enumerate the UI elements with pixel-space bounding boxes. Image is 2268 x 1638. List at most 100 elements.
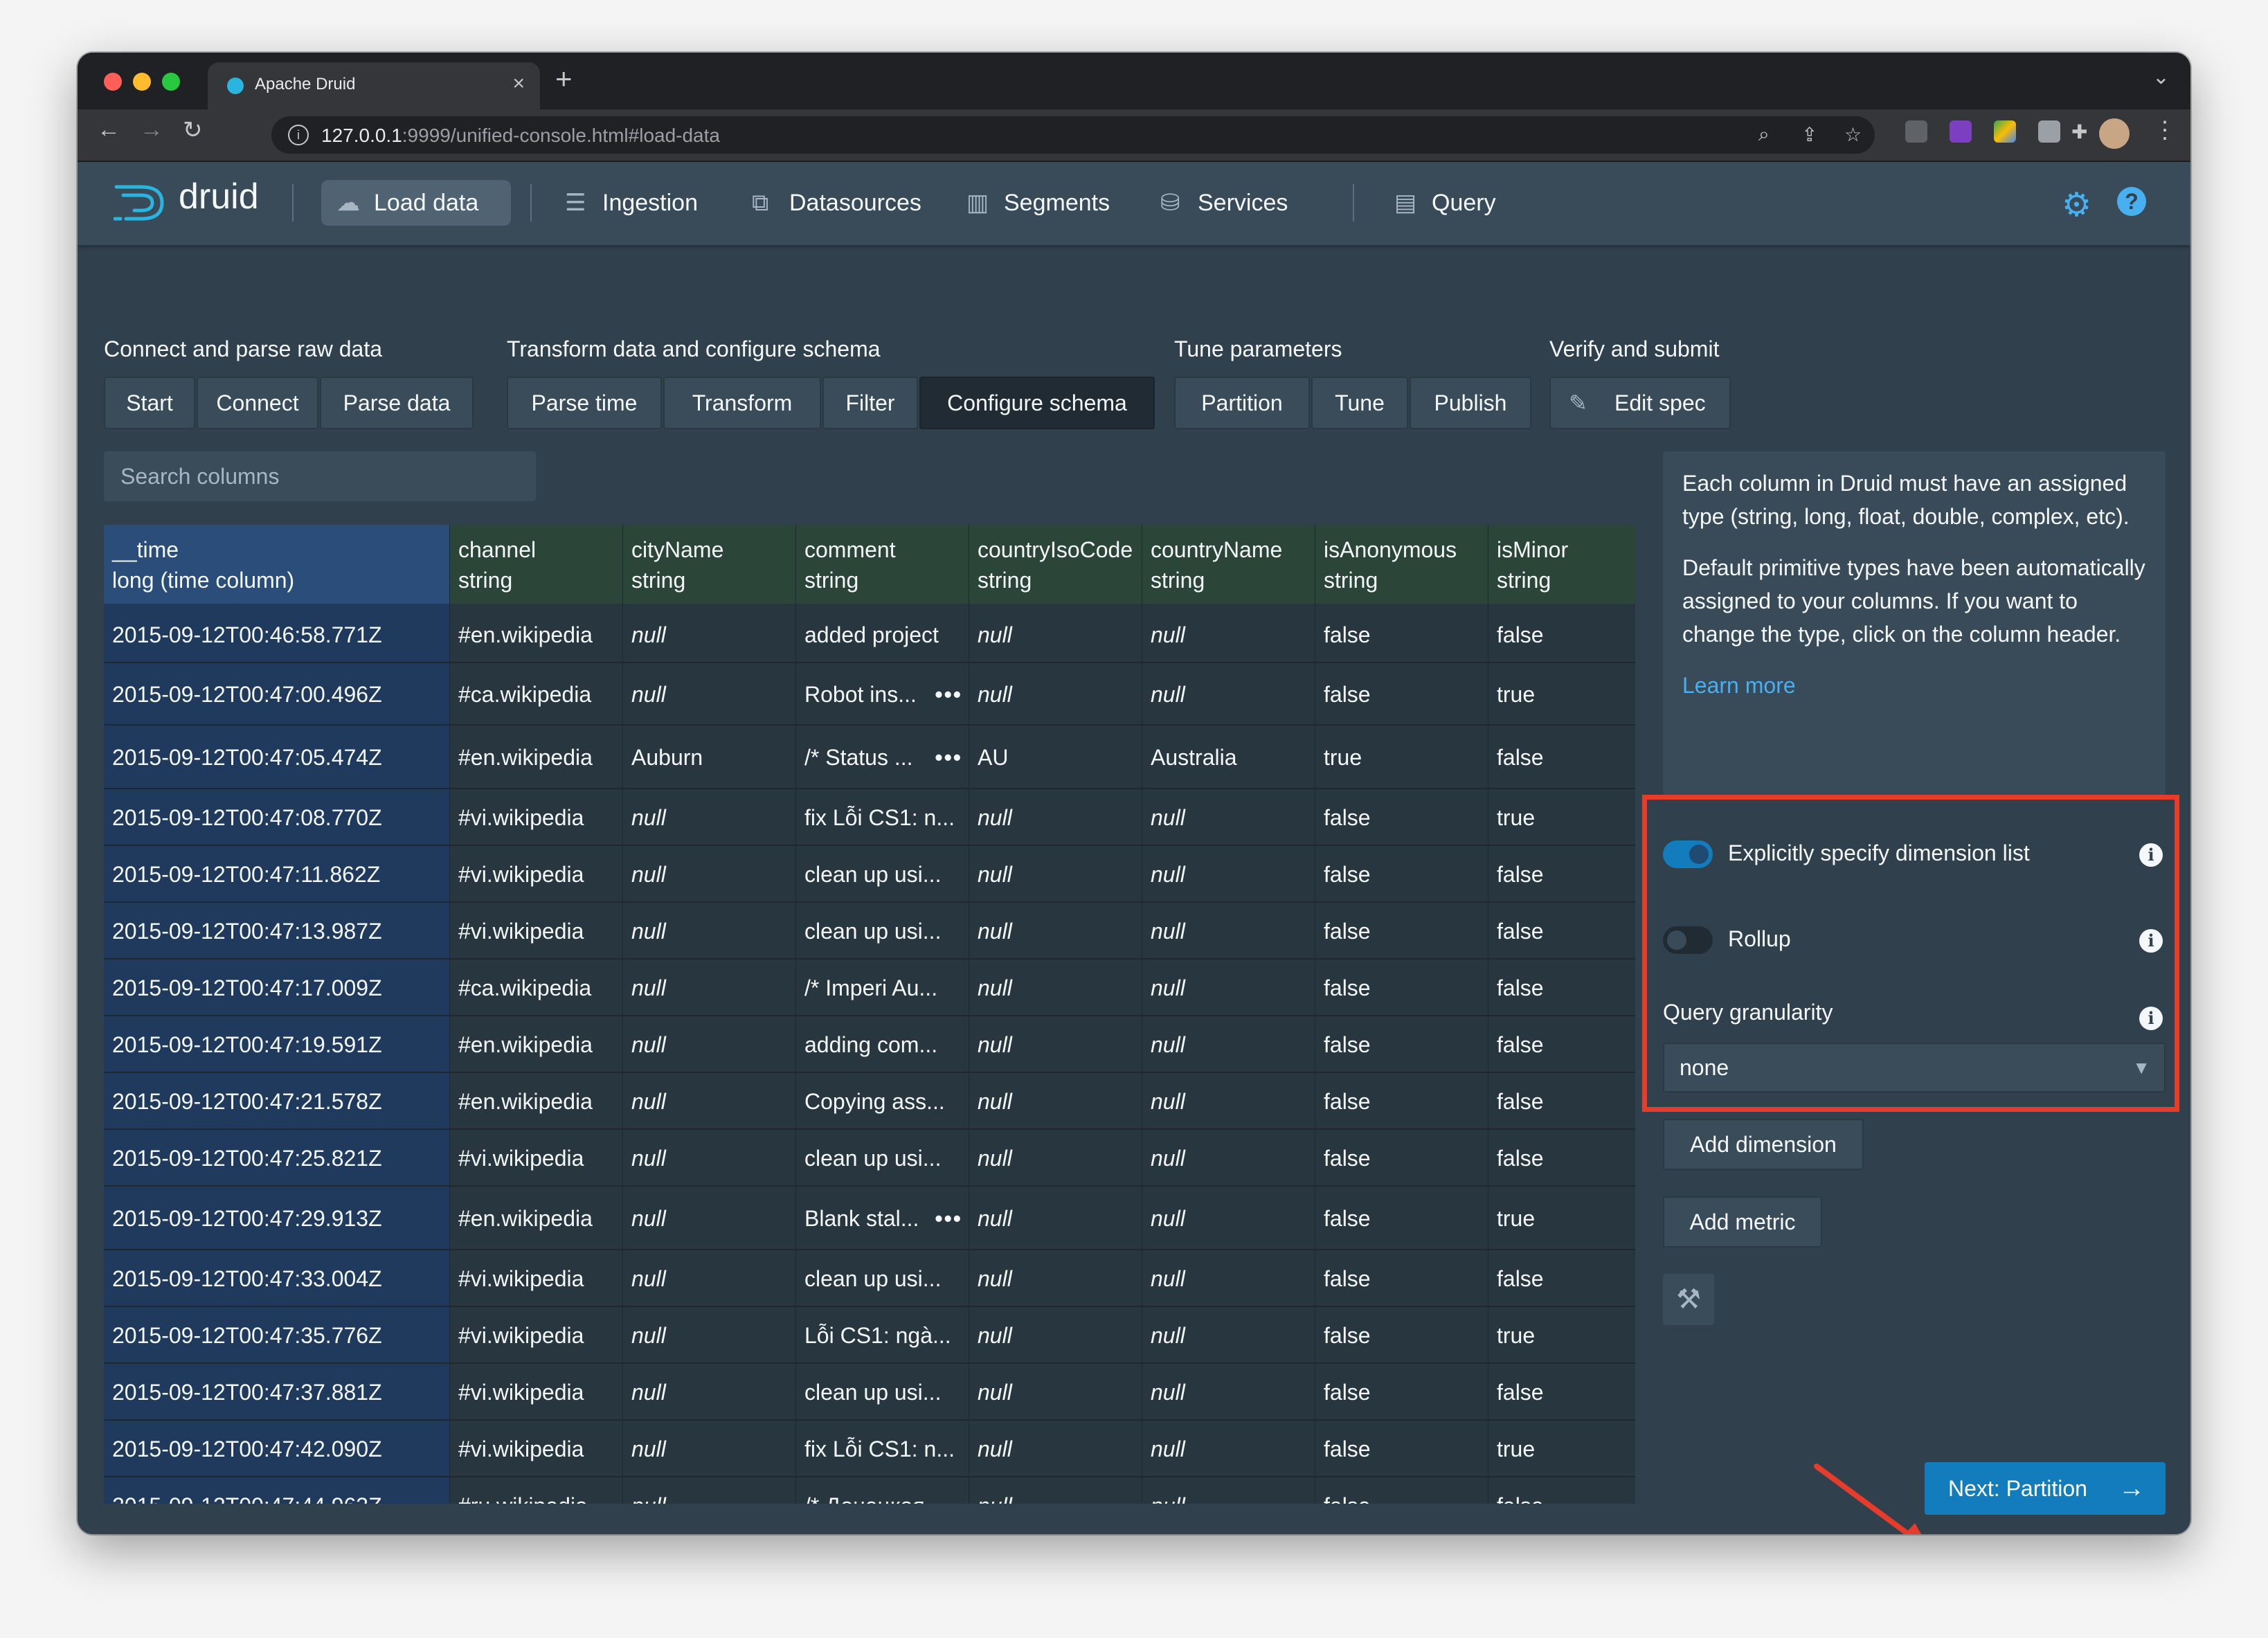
column-header-channel[interactable]: channel string [450,525,623,604]
cell-value: null [631,1089,666,1114]
nav-segments[interactable]: ▥ Segments [951,180,1124,226]
info-icon[interactable]: i [2139,1007,2163,1030]
table-cell: Auburn [623,726,796,789]
column-type: string [978,568,1032,593]
column-header-comment[interactable]: comment string [796,525,969,604]
step-parse-data-button[interactable]: Parse data [320,377,474,429]
column-header-isanonymous[interactable]: isAnonymous string [1315,525,1488,604]
query-granularity-label: Query granularity [1663,1000,1833,1025]
table-column: comment string added project Robot ins... ••… [796,525,969,1504]
next-partition-button[interactable]: Next: Partition → [1925,1462,2166,1515]
schema-data-table: __time long (time column) 2015-09-12T00:46… [104,525,1635,1504]
profile-avatar[interactable] [2099,118,2130,149]
share-icon[interactable]: ⇪ [1801,123,1817,146]
browser-tab[interactable]: Apache Druid × [208,62,540,109]
expand-more-icon[interactable]: ••• [935,1187,962,1249]
close-window-button[interactable] [104,73,122,91]
rollup-toggle[interactable] [1663,926,1713,954]
extensions-puzzle-icon[interactable]: ✚ [2071,120,2087,143]
nav-ingestion[interactable]: ☰ Ingestion [550,180,716,226]
step-filter-button[interactable]: Filter [822,377,918,429]
column-header-cityname[interactable]: cityName string [623,525,796,604]
column-header-countryname[interactable]: countryName string [1142,525,1315,604]
step-parse-time-button[interactable]: Parse time [507,377,662,429]
extension-onenote-icon[interactable] [1950,120,1972,143]
browser-menu-icon[interactable]: ⋮ [2153,116,2177,144]
column-name: cityName [631,537,724,562]
help-icon[interactable]: ? [2117,187,2146,216]
extension-drive-icon[interactable] [1994,120,2016,143]
table-cell: false [1315,903,1488,960]
expand-more-icon[interactable]: ••• [935,726,962,788]
add-dimension-button[interactable]: Add dimension [1663,1119,1864,1170]
zoom-icon[interactable]: ⌕ [1758,123,1770,146]
table-cell: false [1315,1421,1488,1477]
table-cell: adding com... [796,1016,969,1073]
column-header-time[interactable]: __time long (time column) [104,525,450,604]
extension-z-icon[interactable] [1905,120,1927,143]
table-cell: 2015-09-12T00:47:00.496Z [104,663,450,726]
table-cell: Blank stal... ••• [796,1187,969,1250]
table-cell: false [1488,726,1635,789]
tab-close-icon[interactable]: × [512,72,525,96]
site-info-icon[interactable]: i [288,125,309,145]
back-arrow-icon[interactable]: ← [97,116,120,143]
learn-more-link[interactable]: Learn more [1682,673,1796,698]
table-cell: null [623,1421,796,1477]
step-publish-button[interactable]: Publish [1410,377,1531,429]
cell-value: false [1324,1032,1371,1057]
step-partition-button[interactable]: Partition [1174,377,1310,429]
table-cell: true [1488,789,1635,846]
new-tab-button[interactable]: + [555,62,573,96]
hammer-icon[interactable]: ⚒ [1663,1274,1714,1325]
expand-more-icon[interactable]: ••• [935,663,962,724]
zoom-window-button[interactable] [162,73,180,91]
table-cell: null [969,1187,1142,1250]
nav-datasources[interactable]: ⧉ Datasources [737,180,944,226]
step-tune-button[interactable]: Tune [1311,377,1408,429]
caret-down-icon: ▼ [2132,1057,2150,1078]
step-edit-spec-button[interactable]: ✎ Edit spec [1549,377,1731,429]
cell-value: Australia [1151,745,1237,770]
bookmark-star-icon[interactable]: ☆ [1844,123,1862,146]
cell-value: false [1497,745,1544,770]
search-columns-input[interactable]: Search columns [104,451,536,501]
nav-query[interactable]: ▤ Query [1379,180,1538,226]
nav-services[interactable]: ⛁ Services [1145,180,1318,226]
column-header-isminor[interactable]: isMinor string [1488,525,1635,604]
address-bar[interactable]: i 127.0.0.1:9999/unified-console.html#lo… [271,116,1875,154]
cell-value: false [1324,682,1371,707]
forward-arrow-icon[interactable]: → [140,116,163,143]
cell-value: #ru.wikipedia [458,1493,588,1504]
extension-screenshot-icon[interactable] [2038,120,2060,143]
cell-value: null [1151,1032,1185,1057]
explicit-dimension-toggle[interactable] [1663,840,1713,868]
info-icon[interactable]: i [2139,843,2163,867]
info-icon[interactable]: i [2139,929,2163,953]
step-start-button[interactable]: Start [104,377,195,429]
cell-value: 2015-09-12T00:47:42.090Z [112,1437,382,1461]
settings-gear-icon[interactable]: ⚙ [2062,186,2091,224]
nav-load-data[interactable]: ☁ Load data [321,180,511,226]
table-cell: false [1488,1073,1635,1130]
table-cell: false [1488,1016,1635,1073]
cell-value: false [1324,1089,1371,1114]
table-cell: null [969,663,1142,726]
reload-icon[interactable]: ↻ [183,116,203,144]
step-connect-button[interactable]: Connect [197,377,318,429]
table-cell: AU [969,726,1142,789]
tab-search-chevron-icon[interactable]: ⌄ [2152,65,2170,89]
cell-value: AU [978,745,1009,770]
add-metric-button[interactable]: Add metric [1663,1196,1822,1248]
minimize-window-button[interactable] [133,73,151,91]
step-transform-button[interactable]: Transform [663,377,821,429]
cell-value: clean up usi... [804,1146,942,1171]
cell-value: Robot ins... [804,682,917,707]
column-header-countryisocode[interactable]: countryIsoCode string [969,525,1142,604]
table-cell: null [969,606,1142,663]
cell-value: null [978,1380,1012,1405]
step-configure-schema-button[interactable]: Configure schema [919,377,1155,429]
cell-value: null [631,1146,666,1171]
query-granularity-select[interactable]: none ▼ [1663,1043,2166,1092]
table-cell: Robot ins... ••• [796,663,969,726]
